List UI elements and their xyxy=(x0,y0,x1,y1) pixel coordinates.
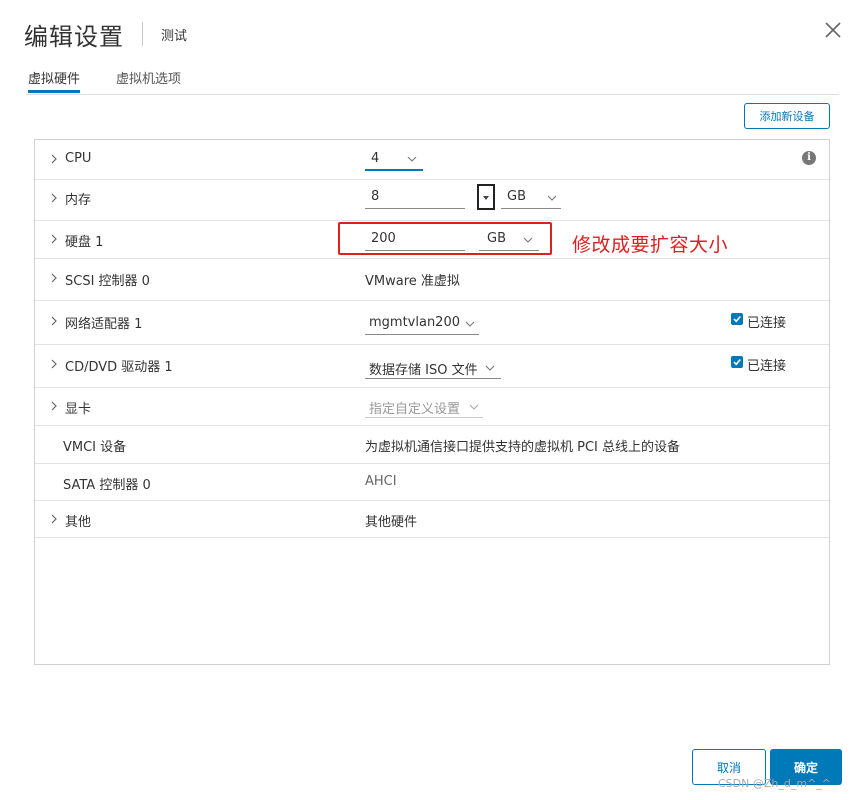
memory-step-dropdown[interactable] xyxy=(477,184,495,210)
disk-label: 硬盘 1 xyxy=(65,235,104,250)
sata-value: AHCI xyxy=(365,474,397,489)
chevron-right-icon[interactable] xyxy=(49,154,59,164)
chevron-right-icon[interactable] xyxy=(49,273,59,283)
video-card-value: 指定自定义设置 xyxy=(369,402,461,417)
row-other: 其他 其他硬件 xyxy=(35,500,829,538)
close-button[interactable] xyxy=(823,20,843,40)
network-value: mgmtvlan200 xyxy=(369,315,460,330)
other-value: 其他硬件 xyxy=(365,515,418,530)
disk-size-highlight-box xyxy=(338,222,552,255)
vmci-label: VMCI 设备 xyxy=(63,440,127,455)
tab-virtual-hardware[interactable]: 虚拟硬件 xyxy=(28,68,81,93)
other-label: 其他 xyxy=(65,515,92,530)
chevron-down-icon xyxy=(469,404,479,410)
network-select[interactable]: mgmtvlan200 xyxy=(365,312,479,335)
scsi-label: SCSI 控制器 0 xyxy=(65,274,150,289)
chevron-right-icon[interactable] xyxy=(49,514,59,524)
info-icon[interactable]: i xyxy=(802,151,816,165)
cddvd-value: 数据存储 ISO 文件 xyxy=(369,363,478,378)
watermark: CSDN @Zh_d_m^_^ xyxy=(718,777,831,790)
cpu-value: 4 xyxy=(371,151,380,166)
cpu-select[interactable]: 4 xyxy=(365,149,423,171)
chevron-down-icon xyxy=(547,195,557,201)
network-label: 网络适配器 1 xyxy=(65,317,143,332)
row-cpu: CPU 4 i xyxy=(35,140,829,180)
row-memory: 内存 8 GB xyxy=(35,179,829,221)
memory-input[interactable]: 8 xyxy=(365,188,465,209)
sata-label: SATA 控制器 0 xyxy=(63,478,151,493)
chevron-down-icon xyxy=(485,365,495,371)
check-icon xyxy=(733,315,741,323)
scsi-value: VMware 准虚拟 xyxy=(365,274,460,289)
chevron-right-icon[interactable] xyxy=(49,193,59,203)
chevron-right-icon[interactable] xyxy=(49,234,59,244)
cddvd-label: CD/DVD 驱动器 1 xyxy=(65,360,173,375)
vmci-value: 为虚拟机通信接口提供支持的虚拟机 PCI 总线上的设备 xyxy=(365,440,681,455)
memory-unit-select[interactable]: GB xyxy=(501,186,561,209)
dialog-header: 编辑设置 测试 xyxy=(24,14,187,54)
row-network-adapter: 网络适配器 1 mgmtvlan200 已连接 xyxy=(35,300,829,345)
row-sata: SATA 控制器 0 AHCI xyxy=(35,463,829,501)
chevron-right-icon[interactable] xyxy=(49,316,59,326)
cddvd-select[interactable]: 数据存储 ISO 文件 xyxy=(365,356,501,379)
chevron-down-icon xyxy=(407,156,417,162)
row-scsi: SCSI 控制器 0 VMware 准虚拟 xyxy=(35,258,829,301)
row-vmci: VMCI 设备 为虚拟机通信接口提供支持的虚拟机 PCI 总线上的设备 xyxy=(35,425,829,464)
hardware-panel: CPU 4 i 内存 8 GB 硬盘 1 200 GB SCSI 控制器 0 V… xyxy=(34,139,830,665)
cddvd-connected-checkbox[interactable] xyxy=(731,356,743,368)
check-icon xyxy=(733,358,741,366)
video-card-select[interactable]: 指定自定义设置 xyxy=(365,395,483,418)
dialog-title: 编辑设置 xyxy=(24,22,124,51)
title-divider xyxy=(142,22,143,46)
dialog-subtitle: 测试 xyxy=(161,28,188,44)
caret-down-icon xyxy=(483,196,489,200)
memory-value: 8 xyxy=(371,189,380,204)
chevron-right-icon[interactable] xyxy=(49,359,59,369)
chevron-right-icon[interactable] xyxy=(49,401,59,411)
tab-bar: 虚拟硬件 虚拟机选项 xyxy=(26,66,839,95)
network-connected-label: 已连接 xyxy=(747,316,787,331)
row-cd-dvd: CD/DVD 驱动器 1 数据存储 ISO 文件 已连接 xyxy=(35,344,829,388)
annotation-text: 修改成要扩容大小 xyxy=(572,234,729,256)
network-connected-checkbox[interactable] xyxy=(731,313,743,325)
memory-label: 内存 xyxy=(65,193,92,208)
cpu-label: CPU xyxy=(65,151,92,166)
cddvd-connected-label: 已连接 xyxy=(747,359,787,374)
chevron-down-icon xyxy=(465,321,475,327)
row-video-card: 显卡 指定自定义设置 xyxy=(35,387,829,426)
add-new-device-button[interactable]: 添加新设备 xyxy=(744,103,830,129)
video-card-label: 显卡 xyxy=(65,402,92,417)
close-icon xyxy=(825,22,841,38)
memory-unit: GB xyxy=(507,189,526,204)
tab-vm-options[interactable]: 虚拟机选项 xyxy=(116,68,181,92)
